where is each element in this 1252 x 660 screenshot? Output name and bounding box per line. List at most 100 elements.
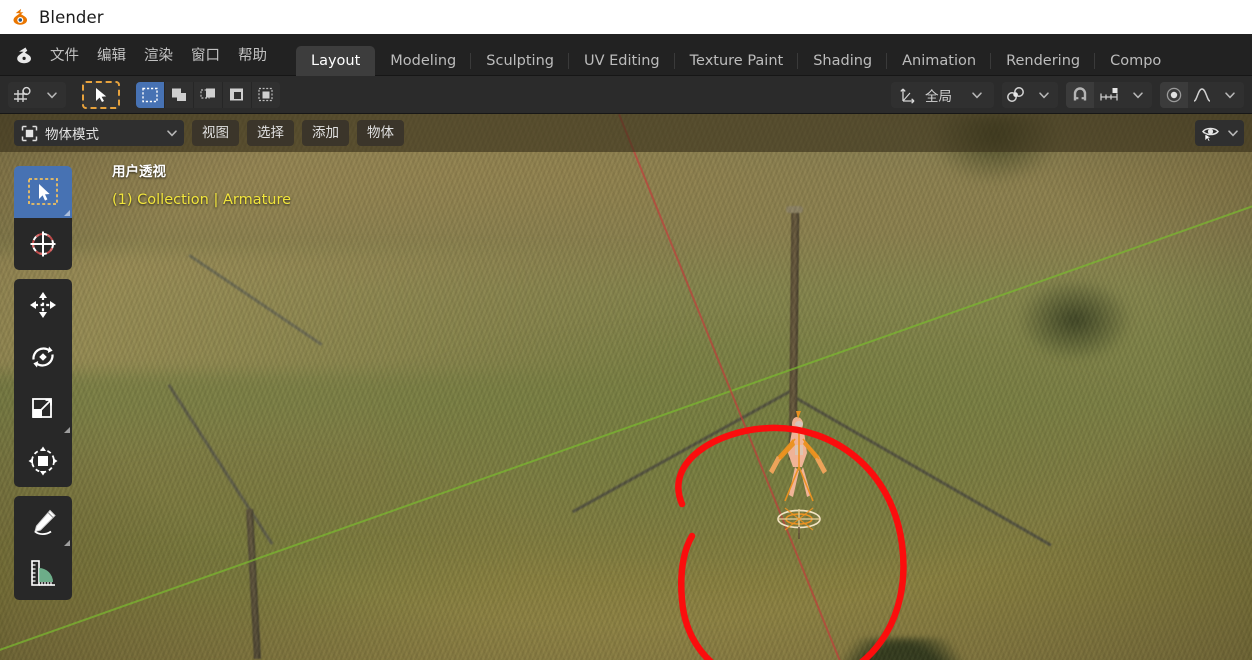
object-visibility-eye-icon[interactable] <box>1200 124 1224 142</box>
select-box-icon <box>28 178 58 205</box>
transform-orientation-value: 全局 <box>925 88 952 105</box>
ruler-measure-icon <box>31 560 55 586</box>
workspace-tabs: Layout Modeling Sculpting UV Editing Tex… <box>296 34 1176 76</box>
tab-animation[interactable]: Animation <box>887 46 992 76</box>
tab-compositing[interactable]: Compo <box>1095 46 1176 76</box>
viewport-menu-add[interactable]: 添加 <box>302 120 349 146</box>
snapping-group <box>1066 81 1152 108</box>
select-mode-intersect[interactable] <box>252 81 280 108</box>
window-title: Blender <box>39 7 104 27</box>
tab-modeling[interactable]: Modeling <box>375 46 472 76</box>
tool-settings-bar: 全局 <box>0 76 1252 114</box>
snap-increment-icon <box>1100 87 1118 100</box>
proportional-editing-group <box>1160 81 1244 108</box>
tweak-cursor-icon <box>96 87 107 102</box>
falloff-button[interactable] <box>1188 81 1216 108</box>
active-tool-indicator[interactable] <box>82 80 120 109</box>
chevron-down-icon <box>972 91 982 98</box>
chevron-down-icon <box>1039 91 1049 98</box>
blender-menu-icon[interactable] <box>11 45 37 65</box>
viewport-view-name: 用户透视 <box>112 164 166 180</box>
tab-layout[interactable]: Layout <box>296 45 376 76</box>
window-titlebar: Blender <box>0 0 1252 34</box>
chevron-down-icon[interactable] <box>1227 127 1239 139</box>
snap-to-dropdown[interactable] <box>1124 81 1152 108</box>
viewport-info-overlay: 用户透视 (1) Collection | Armature <box>112 164 292 208</box>
viewport-scene-info: (1) Collection | Armature <box>112 191 292 208</box>
pivot-point-button[interactable] <box>1002 81 1030 108</box>
tool-submenu-corner <box>64 540 70 546</box>
select-invert-icon <box>230 88 243 100</box>
menu-file[interactable]: 文件 <box>41 41 88 68</box>
snap-to-button[interactable] <box>1094 81 1124 108</box>
tab-uv-editing[interactable]: UV Editing <box>569 46 675 76</box>
cursor-3d-icon <box>30 231 56 257</box>
viewport-menu-view[interactable]: 视图 <box>192 120 239 146</box>
select-set-icon <box>142 87 158 102</box>
tab-texture-paint[interactable]: Texture Paint <box>675 46 799 76</box>
3d-viewport[interactable]: 物体模式 视图 选择 添加 物体 用户透视 (1) Collection | A… <box>0 114 1252 660</box>
tool-submenu-corner <box>64 210 70 216</box>
scale-icon <box>32 398 52 418</box>
falloff-dropdown[interactable] <box>1216 81 1244 108</box>
snap-magnet-icon <box>14 86 31 102</box>
menu-window[interactable]: 窗口 <box>182 41 229 68</box>
select-extend-icon <box>172 88 186 101</box>
tool-select-box[interactable] <box>14 166 72 218</box>
rotate-icon <box>32 346 54 368</box>
viewport-toolbar <box>14 166 72 609</box>
red-circle-annotation <box>675 424 907 660</box>
tool-scale[interactable] <box>14 383 72 435</box>
viewport-menu-select[interactable]: 选择 <box>247 120 294 146</box>
menu-edit[interactable]: 编辑 <box>88 41 135 68</box>
select-mode-subtract[interactable] <box>194 81 222 108</box>
toolbar-group-select <box>14 166 72 270</box>
viewport-menu-object[interactable]: 物体 <box>357 120 404 146</box>
blender-window: Blender 文件 编辑 渲染 窗口 帮助 Layout Modeling S… <box>0 0 1252 660</box>
pivot-point-group[interactable] <box>1002 81 1058 108</box>
toolbar-group-transform <box>14 279 72 487</box>
falloff-curve-icon <box>1193 87 1211 102</box>
select-subtract-icon <box>200 88 215 99</box>
transform-orientation-group[interactable]: 全局 <box>891 81 994 108</box>
select-mode-invert[interactable] <box>223 81 251 108</box>
move-arrows-icon <box>30 292 56 318</box>
mode-selector[interactable]: 物体模式 <box>14 120 184 146</box>
snapping-toggle[interactable] <box>1066 81 1094 108</box>
blender-logo-icon <box>13 8 28 25</box>
tab-rendering[interactable]: Rendering <box>991 46 1096 76</box>
tool-options-dropdown[interactable] <box>38 81 66 108</box>
proportional-editing-toggle[interactable] <box>1160 81 1188 108</box>
select-mode-extend[interactable] <box>165 81 193 108</box>
select-mode-set[interactable] <box>136 81 164 108</box>
menu-help[interactable]: 帮助 <box>229 41 276 68</box>
viewport-visibility-group <box>1195 120 1244 146</box>
top-bar: 文件 编辑 渲染 窗口 帮助 Layout Modeling Sculpting… <box>0 34 1252 76</box>
tool-transform[interactable] <box>14 435 72 487</box>
chevron-down-icon <box>1225 91 1235 98</box>
toolbar-group-annotate <box>14 496 72 600</box>
chevron-down-icon <box>167 130 177 137</box>
pivot-point-dropdown[interactable] <box>1030 81 1058 108</box>
object-mode-icon <box>21 125 38 141</box>
pencil-annotate-icon <box>34 509 56 536</box>
tool-cursor[interactable] <box>14 218 72 270</box>
tool-move[interactable] <box>14 279 72 331</box>
select-intersect-icon <box>258 87 273 101</box>
tool-submenu-corner <box>64 427 70 433</box>
tool-options-group <box>8 81 66 108</box>
mode-selector-value: 物体模式 <box>45 127 99 143</box>
tool-rotate[interactable] <box>14 331 72 383</box>
orientation-axes-icon <box>900 88 915 104</box>
tab-shading[interactable]: Shading <box>798 46 888 76</box>
select-mode-group <box>136 81 280 108</box>
pivot-point-icon <box>1007 86 1024 102</box>
proportional-edit-icon <box>1166 87 1182 102</box>
tool-measure[interactable] <box>14 548 72 600</box>
menu-render[interactable]: 渲染 <box>135 41 182 68</box>
magnet-icon <box>1073 86 1087 100</box>
transform-orientation-dropdown[interactable] <box>960 81 994 108</box>
tab-sculpting[interactable]: Sculpting <box>471 46 569 76</box>
snap-magnet-icon-button[interactable] <box>8 81 38 108</box>
tool-annotate[interactable] <box>14 496 72 548</box>
